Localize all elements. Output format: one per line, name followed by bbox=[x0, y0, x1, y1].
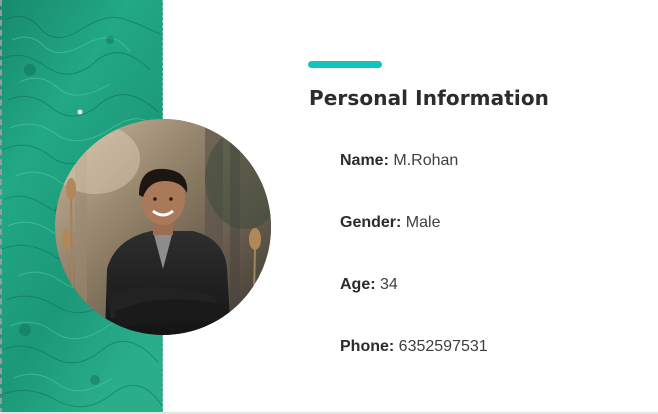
field-gender-value: Male bbox=[405, 214, 441, 231]
field-phone-label: Phone: bbox=[340, 338, 395, 355]
field-age-value: 34 bbox=[380, 276, 398, 293]
field-age-label: Age: bbox=[340, 276, 376, 293]
field-name-label: Name: bbox=[340, 152, 389, 169]
accent-bar bbox=[308, 61, 382, 68]
section-title: Personal Information bbox=[309, 86, 549, 110]
avatar bbox=[55, 119, 271, 335]
field-phone: Phone: 6352597531 bbox=[340, 338, 488, 356]
field-gender-label: Gender: bbox=[340, 214, 402, 231]
frame-left-border bbox=[0, 0, 2, 414]
field-name: Name: M.Rohan bbox=[340, 152, 458, 170]
profile-photo-icon bbox=[55, 119, 271, 335]
profile-card: Personal Information Name: M.Rohan Gende… bbox=[0, 0, 658, 414]
field-name-value: M.Rohan bbox=[393, 152, 459, 169]
field-gender: Gender: Male bbox=[340, 214, 440, 232]
field-phone-value: 6352597531 bbox=[398, 338, 488, 355]
field-age: Age: 34 bbox=[340, 276, 398, 294]
